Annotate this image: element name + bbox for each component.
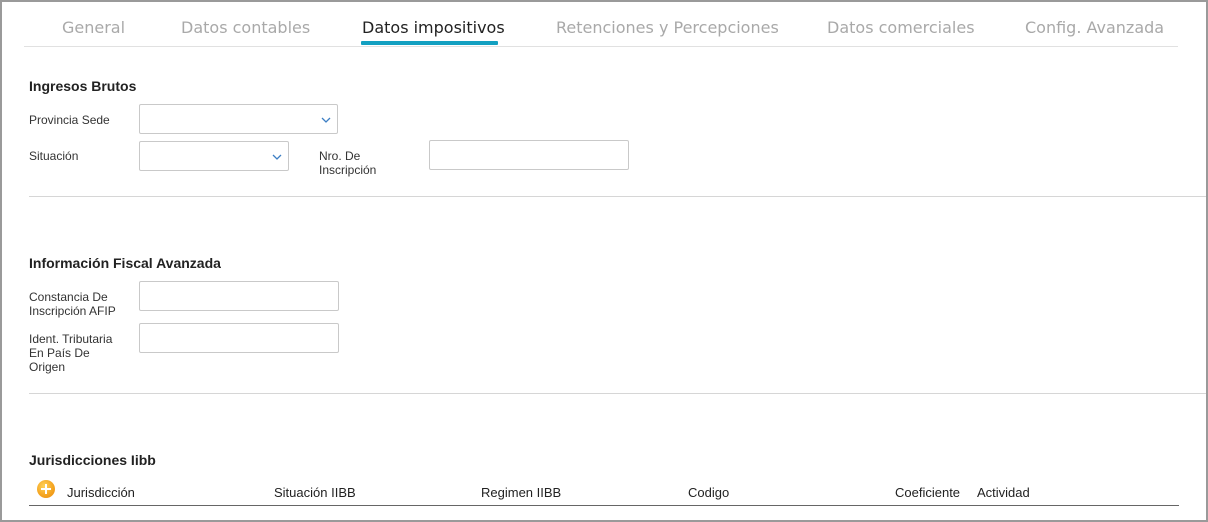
constancia-inscripcion-label: Constancia De Inscripción AFIP <box>29 290 116 318</box>
column-header-coeficiente[interactable]: Coeficiente <box>895 485 960 500</box>
ident-tributaria-label: Ident. Tributaria En País De Origen <box>29 332 112 374</box>
tab-bar: General Datos contables Datos impositivo… <box>24 2 1178 47</box>
nro-inscripcion-label-line2: Inscripción <box>319 163 377 177</box>
ident-label-line2: En País De <box>29 346 90 360</box>
constancia-label-line2: Inscripción AFIP <box>29 304 116 318</box>
situacion-select[interactable] <box>139 141 289 171</box>
nro-inscripcion-label: Nro. De Inscripción <box>319 149 376 177</box>
tab-datos-comerciales[interactable]: Datos comerciales <box>827 18 975 43</box>
add-jurisdiccion-button[interactable] <box>37 480 55 498</box>
section-divider <box>29 196 1206 197</box>
ident-label-line1: Ident. Tributaria <box>29 332 113 346</box>
tab-retenciones-percepciones[interactable]: Retenciones y Percepciones <box>556 18 779 43</box>
chevron-down-icon <box>272 154 282 160</box>
column-header-regimen-iibb[interactable]: Regimen IIBB <box>481 485 561 500</box>
jurisdicciones-table-header: Jurisdicción Situación IIBB Regimen IIBB… <box>29 480 1179 506</box>
section-title-ingresos-brutos: Ingresos Brutos <box>29 78 137 94</box>
tab-general[interactable]: General <box>62 18 125 43</box>
active-tab-indicator <box>361 41 498 45</box>
nro-inscripcion-input[interactable] <box>429 140 629 170</box>
form-window: General Datos contables Datos impositivo… <box>0 0 1208 522</box>
chevron-down-icon <box>321 117 331 123</box>
section-divider <box>29 393 1206 394</box>
constancia-inscripcion-input[interactable] <box>139 281 339 311</box>
ident-label-line3: Origen <box>29 360 66 374</box>
column-header-actividad[interactable]: Actividad <box>977 485 1030 500</box>
section-title-fiscal-avanzada: Información Fiscal Avanzada <box>29 255 221 271</box>
tab-datos-impositivos[interactable]: Datos impositivos <box>362 18 505 43</box>
constancia-label-line1: Constancia De <box>29 290 108 304</box>
column-header-codigo[interactable]: Codigo <box>688 485 729 500</box>
tab-config-avanzada[interactable]: Config. Avanzada <box>1025 18 1164 43</box>
ident-tributaria-input[interactable] <box>139 323 339 353</box>
plus-circle-icon <box>41 484 51 494</box>
section-title-jurisdicciones: Jurisdicciones Iibb <box>29 452 156 468</box>
provincia-sede-label: Provincia Sede <box>29 113 110 127</box>
provincia-sede-select[interactable] <box>139 104 338 134</box>
nro-inscripcion-label-line1: Nro. De <box>319 149 361 163</box>
tab-datos-contables[interactable]: Datos contables <box>181 18 310 43</box>
column-header-situacion-iibb[interactable]: Situación IIBB <box>274 485 356 500</box>
column-header-jurisdiccion[interactable]: Jurisdicción <box>67 485 135 500</box>
situacion-label: Situación <box>29 149 79 163</box>
